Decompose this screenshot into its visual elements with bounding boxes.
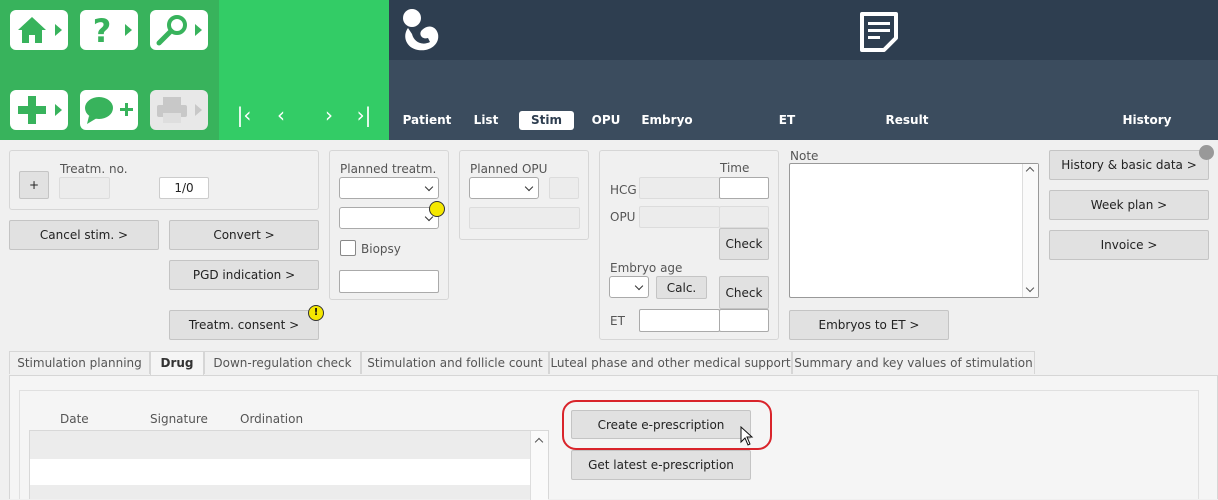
- planned-treatm-subtype-select[interactable]: [339, 207, 439, 229]
- planned-treatm-label: Planned treatm.: [340, 162, 437, 176]
- treatm-no-field[interactable]: [59, 177, 110, 199]
- tab-opu[interactable]: OPU: [586, 111, 626, 130]
- opu-date-field[interactable]: [639, 206, 720, 228]
- help-icon: ?: [93, 14, 112, 46]
- column-header-ordination: Ordination: [240, 412, 304, 426]
- table-row[interactable]: [30, 485, 548, 499]
- embryo-age-select[interactable]: [609, 276, 649, 298]
- check-opu-button[interactable]: Check: [719, 228, 769, 260]
- treatm-consent-button[interactable]: Treatm. consent >: [169, 310, 319, 340]
- check-et-button[interactable]: Check: [719, 276, 769, 309]
- drug-table: [29, 430, 549, 500]
- table-row[interactable]: [30, 459, 548, 485]
- planned-treatm-select[interactable]: [339, 177, 439, 199]
- header-bar: [389, 0, 1218, 60]
- chevron-down-icon: [634, 281, 644, 291]
- scroll-down-icon[interactable]: [1025, 283, 1035, 293]
- column-header-date: Date: [60, 412, 89, 426]
- tab-history[interactable]: History: [1118, 111, 1176, 130]
- get-latest-e-prescription-button[interactable]: Get latest e-prescription: [571, 450, 751, 480]
- invoice-button[interactable]: Invoice >: [1049, 230, 1209, 260]
- home-button[interactable]: [10, 10, 68, 50]
- treatm-no-label: Treatm. no.: [60, 162, 128, 176]
- status-dot: [1199, 145, 1214, 160]
- planned-treatm-text-field[interactable]: [339, 270, 439, 293]
- table-row[interactable]: [30, 431, 548, 459]
- consent-warning-icon: !: [308, 305, 324, 321]
- opu-time-field[interactable]: [719, 206, 769, 228]
- chevron-down-icon: [424, 182, 434, 192]
- pgd-indication-button[interactable]: PGD indication >: [169, 260, 319, 290]
- add-treatment-button[interactable]: +: [19, 171, 49, 199]
- convert-button[interactable]: Convert >: [169, 220, 319, 250]
- add-message-button[interactable]: [80, 90, 138, 130]
- add-button[interactable]: [10, 90, 68, 130]
- tab-result[interactable]: Result: [880, 111, 934, 130]
- planned-opu-extra-field[interactable]: [549, 177, 579, 199]
- history-basic-data-button[interactable]: History & basic data >: [1049, 150, 1209, 180]
- notes-icon: [860, 12, 898, 52]
- chevron-down-icon: [524, 182, 534, 192]
- calc-button[interactable]: Calc.: [656, 276, 707, 299]
- subtab-down-regulation-check[interactable]: Down-regulation check: [204, 351, 361, 374]
- subtab-stimulation-follicle-count[interactable]: Stimulation and follicle count: [361, 351, 549, 374]
- hcg-date-field[interactable]: [639, 177, 720, 199]
- create-e-prescription-button[interactable]: Create e-prescription: [571, 410, 751, 439]
- subtab-stimulation-planning[interactable]: Stimulation planning: [9, 351, 150, 374]
- planned-opu-label: Planned OPU: [470, 162, 548, 176]
- scroll-up-icon[interactable]: [534, 437, 544, 447]
- cancel-stim-button[interactable]: Cancel stim. >: [9, 220, 159, 250]
- embryo-age-label: Embryo age: [610, 261, 683, 275]
- subtab-drug[interactable]: Drug: [150, 351, 204, 376]
- subtab-summary-key-values[interactable]: Summary and key values of stimulation: [792, 351, 1035, 374]
- column-header-signature: Signature: [150, 412, 208, 426]
- home-icon: [18, 17, 46, 43]
- note-label: Note: [790, 149, 819, 163]
- planned-opu-select[interactable]: [469, 177, 539, 199]
- et-time-field[interactable]: [719, 309, 769, 332]
- first-record-button[interactable]: |‹: [233, 103, 255, 127]
- mouse-cursor-icon: [740, 426, 754, 446]
- last-record-button[interactable]: ›|: [352, 103, 376, 127]
- plus-icon: [18, 96, 46, 124]
- help-button[interactable]: ?: [80, 10, 138, 50]
- tab-list[interactable]: List: [466, 111, 506, 130]
- svg-text:?: ?: [93, 14, 112, 46]
- hcg-label: HCG: [610, 183, 637, 197]
- search-icon: [156, 15, 187, 46]
- subtab-luteal-phase[interactable]: Luteal phase and other medical support: [549, 351, 792, 374]
- scroll-up-icon[interactable]: [1025, 166, 1035, 176]
- table-scrollbar[interactable]: [530, 431, 548, 500]
- tab-et[interactable]: ET: [770, 111, 804, 130]
- tab-stim[interactable]: Stim: [519, 111, 574, 130]
- fetus-icon: [403, 9, 439, 51]
- opu-label: OPU: [610, 210, 636, 224]
- previous-record-button[interactable]: ‹: [271, 103, 291, 127]
- embryos-to-et-button[interactable]: Embryos to ET >: [789, 310, 949, 340]
- note-textarea[interactable]: [789, 163, 1039, 298]
- next-record-button[interactable]: ›: [319, 103, 339, 127]
- status-indicator-icon: [429, 201, 445, 217]
- search-button[interactable]: [150, 10, 208, 50]
- hcg-time-field[interactable]: [719, 177, 769, 199]
- treatment-count: 1/0: [159, 177, 209, 199]
- week-plan-button[interactable]: Week plan >: [1049, 190, 1209, 220]
- note-scrollbar[interactable]: [1022, 164, 1038, 297]
- print-button[interactable]: [150, 90, 208, 130]
- tab-embryo[interactable]: Embryo: [640, 111, 694, 130]
- printer-icon: [157, 97, 187, 123]
- et-date-field[interactable]: [639, 309, 720, 332]
- time-label: Time: [720, 161, 750, 175]
- et-label: ET: [610, 314, 625, 328]
- planned-opu-text-field[interactable]: [469, 207, 580, 229]
- biopsy-label: Biopsy: [361, 242, 401, 256]
- biopsy-checkbox[interactable]: [340, 240, 356, 256]
- chat-plus-icon: [85, 97, 133, 124]
- tab-patient[interactable]: Patient: [399, 111, 455, 130]
